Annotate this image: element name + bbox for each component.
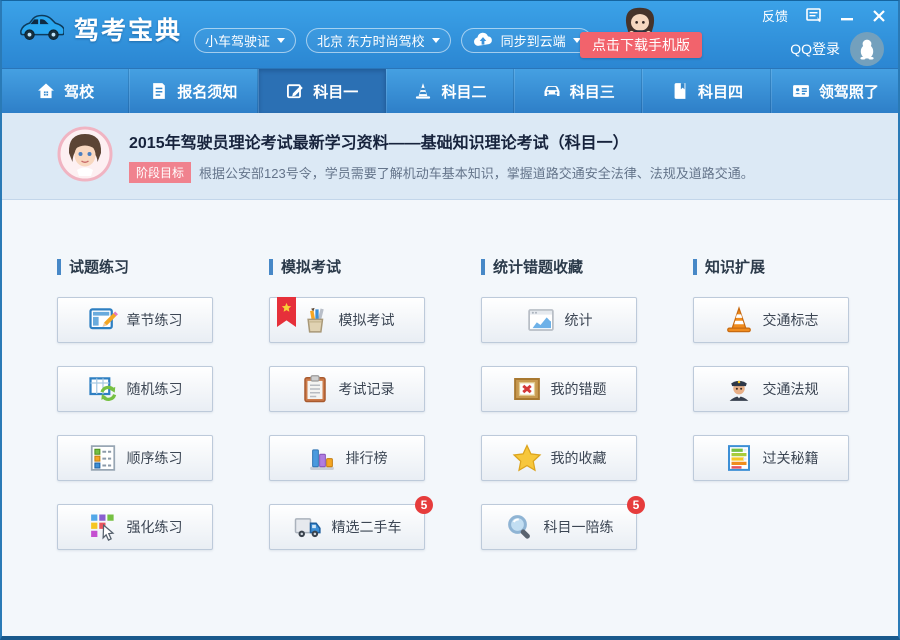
banner-text: 2015年驾驶员理论考试最新学习资料——基础知识理论考试（科目一） 阶段目标 根… bbox=[129, 129, 754, 183]
sequential-practice-button[interactable]: 顺序练习 bbox=[57, 435, 213, 481]
banner-title: 2015年驾驶员理论考试最新学习资料——基础知识理论考试（科目一） bbox=[129, 129, 754, 153]
statistics-icon bbox=[526, 305, 556, 335]
qq-penguin-icon[interactable] bbox=[850, 32, 884, 66]
stage-banner: 2015年驾驶员理论考试最新学习资料——基础知识理论考试（科目一） 阶段目标 根… bbox=[2, 113, 898, 200]
qq-login-link[interactable]: QQ登录 bbox=[790, 39, 840, 59]
random-practice-button[interactable]: 随机练习 bbox=[57, 366, 213, 412]
window-controls: 反馈 bbox=[762, 6, 886, 25]
sequential-practice-icon bbox=[88, 443, 118, 473]
exam-record-button[interactable]: 考试记录 bbox=[269, 366, 425, 412]
home-icon bbox=[36, 81, 56, 101]
my-favorites-icon bbox=[512, 443, 542, 473]
license-type-dropdown[interactable]: 小车驾驶证 bbox=[194, 28, 296, 53]
app-window: 驾考宝典 小车驾驶证 北京 东方时尚驾校 同步到云端 bbox=[0, 0, 900, 640]
pass-tips-button[interactable]: 过关秘籍 bbox=[693, 435, 849, 481]
id-card-icon bbox=[791, 81, 811, 101]
tab-subject-2[interactable]: 科目二 bbox=[386, 69, 514, 113]
mock-exam-button[interactable]: 模拟考试 bbox=[269, 297, 425, 343]
download-mobile-button[interactable]: 点击下载手机版 bbox=[580, 32, 702, 58]
magnifier-icon bbox=[505, 512, 535, 542]
section-accent-bar bbox=[481, 259, 485, 275]
pass-tips-icon bbox=[724, 443, 754, 473]
caret-down-icon bbox=[432, 38, 440, 43]
my-mistakes-button[interactable]: 我的错题 bbox=[481, 366, 637, 412]
feedback-link[interactable]: 反馈 bbox=[762, 6, 788, 25]
tab-subject-4[interactable]: 科目四 bbox=[642, 69, 770, 113]
notification-badge: 5 bbox=[627, 496, 645, 514]
banner-description: 根据公安部123号令，学员需要了解机动车基本知识，掌握道路交通安全法律、法规及道… bbox=[199, 163, 754, 182]
app-title: 驾考宝典 bbox=[74, 11, 182, 47]
section-accent-bar bbox=[693, 259, 697, 275]
section-accent-bar bbox=[57, 259, 61, 275]
chapter-practice-icon bbox=[88, 305, 118, 335]
document-icon bbox=[149, 81, 169, 101]
tab-subject-1[interactable]: 科目一 bbox=[258, 69, 386, 113]
main-content: 试题练习 章节练习 随机练习 顺序练习 bbox=[2, 200, 898, 636]
subject1-coach-button[interactable]: 科目一陪练 5 bbox=[481, 504, 637, 550]
cloud-upload-icon bbox=[472, 31, 494, 50]
used-car-button[interactable]: 精选二手车 5 bbox=[269, 504, 425, 550]
notification-badge: 5 bbox=[415, 496, 433, 514]
star-ribbon-icon bbox=[277, 297, 296, 327]
used-car-icon bbox=[293, 512, 323, 542]
minimize-button[interactable] bbox=[840, 9, 854, 23]
exam-record-icon bbox=[300, 374, 330, 404]
section-stats-mistakes-favorites: 统计错题收藏 统计 我的错题 我的收藏 bbox=[481, 256, 637, 636]
statistics-button[interactable]: 统计 bbox=[481, 297, 637, 343]
section-mock-exam: 模拟考试 模拟考试 考试记录 排行榜 bbox=[269, 256, 425, 636]
section-question-practice: 试题练习 章节练习 随机练习 顺序练习 bbox=[57, 256, 213, 636]
section-knowledge-expansion: 知识扩展 交通标志 交通法规 过关秘籍 bbox=[693, 256, 849, 636]
ranking-icon bbox=[307, 443, 337, 473]
tab-subject-3[interactable]: 科目三 bbox=[514, 69, 642, 113]
caret-down-icon bbox=[277, 38, 285, 43]
my-mistakes-icon bbox=[512, 374, 542, 404]
main-nav: 驾校 报名须知 科目一 科目二 科目三 bbox=[2, 68, 898, 113]
qq-login-area: QQ登录 bbox=[790, 32, 884, 66]
message-board-icon[interactable] bbox=[806, 8, 822, 23]
intensive-practice-icon bbox=[88, 512, 118, 542]
stage-goal-badge: 阶段目标 bbox=[129, 162, 191, 183]
traffic-sign-cone-icon bbox=[724, 305, 754, 335]
intensive-practice-button[interactable]: 强化练习 bbox=[57, 504, 213, 550]
pencil-icon bbox=[285, 81, 305, 101]
car-icon bbox=[542, 81, 562, 101]
coach-avatar bbox=[57, 126, 113, 187]
titlebar: 驾考宝典 小车驾驶证 北京 东方时尚驾校 同步到云端 bbox=[2, 1, 898, 68]
random-practice-icon bbox=[88, 374, 118, 404]
tab-enrollment-notice[interactable]: 报名须知 bbox=[129, 69, 257, 113]
driving-school-dropdown[interactable]: 北京 东方时尚驾校 bbox=[306, 28, 451, 53]
close-button[interactable] bbox=[872, 9, 886, 23]
header-dropdowns: 小车驾驶证 北京 东方时尚驾校 同步到云端 bbox=[194, 28, 592, 53]
tab-driving-school[interactable]: 驾校 bbox=[2, 69, 129, 113]
my-favorites-button[interactable]: 我的收藏 bbox=[481, 435, 637, 481]
car-logo-icon bbox=[18, 12, 64, 47]
section-accent-bar bbox=[269, 259, 273, 275]
traffic-cone-icon bbox=[413, 81, 433, 101]
brand: 驾考宝典 bbox=[18, 11, 182, 47]
traffic-signs-button[interactable]: 交通标志 bbox=[693, 297, 849, 343]
cloud-sync-dropdown[interactable]: 同步到云端 bbox=[461, 28, 592, 53]
mock-exam-icon bbox=[300, 305, 330, 335]
book-icon bbox=[670, 81, 690, 101]
ranking-button[interactable]: 排行榜 bbox=[269, 435, 425, 481]
tab-got-license[interactable]: 领驾照了 bbox=[771, 69, 898, 113]
police-officer-icon bbox=[724, 374, 754, 404]
chapter-practice-button[interactable]: 章节练习 bbox=[57, 297, 213, 343]
traffic-laws-button[interactable]: 交通法规 bbox=[693, 366, 849, 412]
